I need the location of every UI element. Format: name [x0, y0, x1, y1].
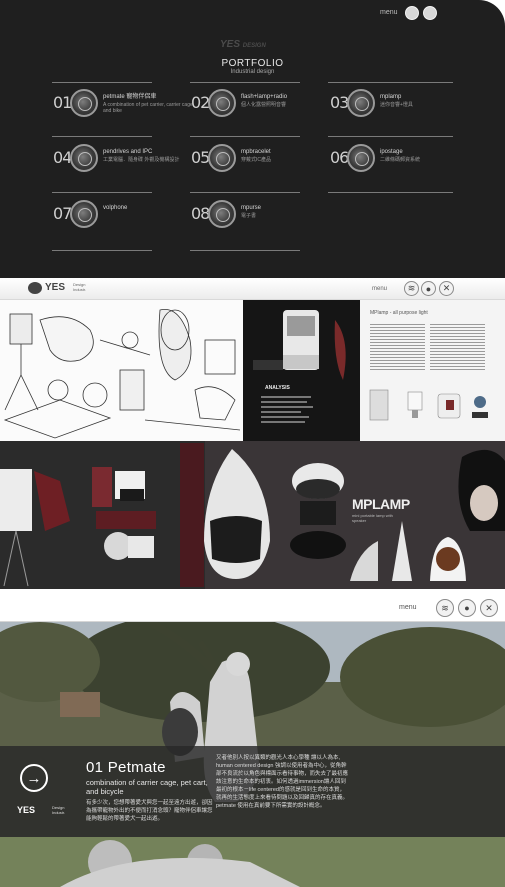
divider [190, 250, 300, 251]
divider [52, 136, 152, 137]
menu-label[interactable]: menu [399, 604, 417, 611]
divider [190, 136, 300, 137]
project-subtitle: combination of carrier cage, pet cart, a… [86, 778, 208, 796]
item-thumbnail [70, 200, 98, 228]
portfolio-item-05[interactable]: 05 mpbracelet 穿戴式IC產品 [191, 142, 331, 178]
divider [328, 82, 453, 83]
product-photo-panel: MPLAMP mini portable lamp with speaker [0, 441, 505, 589]
portfolio-title: PORTFOLIO [221, 58, 284, 69]
item-label: petmate 寵物伴侶車 [103, 94, 157, 100]
item-thumbnail [208, 200, 236, 228]
item-number: 04 [53, 148, 72, 167]
item-description: 二維條碼郵資系統 [380, 157, 421, 163]
item-label: pendrives and IPC [103, 149, 153, 155]
portfolio-index-panel: menu YES DESIGN PORTFOLIO Industrial des… [0, 0, 505, 278]
sketch-image [0, 300, 243, 441]
item-number: 07 [53, 204, 72, 223]
item-description: 個人化露營照明音響 [241, 102, 287, 108]
project-title: 01 Petmate [86, 759, 166, 776]
divider [190, 82, 300, 83]
portfolio-subtitle: Industrial design [230, 69, 275, 75]
portfolio-item-08[interactable]: 08 mpurse 電子書 [191, 198, 331, 234]
text-column [370, 322, 425, 372]
item-number: 01 [53, 93, 72, 112]
brand-logo-sub: Design Industr. [52, 805, 66, 815]
item-number: 03 [330, 93, 349, 112]
item-number: 08 [191, 204, 210, 223]
project-description-left: 有多少次，您想帶著愛犬與您一起至遠方出遊，卻因為攜帶寵物外出的不便而打消念頭？寵… [86, 800, 213, 822]
divider [52, 82, 152, 83]
portfolio-item-03[interactable]: 03 mplamp 迷你音響+燈具 [330, 87, 470, 123]
next-arrow-icon[interactable]: → [20, 764, 48, 792]
item-label: ipostage [380, 149, 403, 155]
layers-icon[interactable] [405, 6, 419, 20]
hero-top-bar: menu ≋ ● ✕ [0, 589, 505, 622]
brand-logo[interactable]: YES [17, 805, 35, 815]
portfolio-item-04[interactable]: 04 pendrives and IPC 工業電腦．隨身碟 外觀及機構設計 [53, 142, 193, 178]
item-number: 02 [191, 93, 210, 112]
item-description: 電子書 [241, 213, 257, 219]
menu-label[interactable]: menu [372, 286, 387, 292]
item-label: volphone [103, 205, 128, 211]
item-thumbnail [347, 89, 375, 117]
item-label: mpbracelet [241, 149, 271, 155]
analysis-heading: ANALYSIS [265, 385, 290, 391]
item-description: 穿戴式IC產品 [241, 157, 272, 163]
portfolio-item-07[interactable]: 07 volphone [53, 198, 193, 234]
item-thumbnail [208, 89, 236, 117]
brand-logo-sub: Design Industr. [73, 282, 87, 292]
item-thumbnail [70, 89, 98, 117]
item-number: 05 [191, 148, 210, 167]
layers-icon[interactable]: ≋ [436, 599, 454, 617]
divider [190, 192, 300, 193]
item-thumbnail [347, 144, 375, 172]
item-description: 迷你音響+燈具 [380, 102, 413, 108]
portfolio-item-01[interactable]: 01 petmate 寵物伴侶車 A combination of pet ca… [53, 87, 193, 123]
item-description: A combination of pet carrier, carrier ca… [103, 102, 193, 114]
product-brand: MPLAMP [352, 496, 410, 512]
brand-mark-icon [28, 282, 42, 294]
sketch-spread-panel: YES Design Industr. menu ≋ ● ✕ ANALYSIS … [0, 278, 505, 441]
portfolio-item-02[interactable]: 02 flash+lamp+radio 個人化露營照明音響 [191, 87, 331, 123]
item-label: flash+lamp+radio [241, 94, 288, 100]
divider [52, 250, 152, 251]
product-brand-sub: mini portable lamp with speaker [352, 513, 393, 523]
portfolio-item-06[interactable]: 06 ipostage 二維條碼郵資系統 [330, 142, 470, 178]
product-photo [0, 441, 505, 589]
page-heading: MPlamp - all purpose light [370, 310, 428, 316]
user-icon[interactable]: ● [458, 599, 476, 617]
item-description: 工業電腦．隨身碟 外觀及機構設計 [103, 157, 180, 163]
layers-icon[interactable]: ≋ [404, 281, 419, 296]
divider [328, 192, 453, 193]
user-icon[interactable] [423, 6, 437, 20]
text-page: MPlamp - all purpose light [360, 300, 505, 441]
analysis-page: ANALYSIS [243, 300, 360, 441]
close-icon[interactable]: ✕ [439, 281, 454, 296]
item-number: 06 [330, 148, 349, 167]
brand-logo[interactable]: YES [45, 282, 65, 293]
item-thumbnail [70, 144, 98, 172]
brand-logo: YES DESIGN [220, 39, 266, 50]
menu-label[interactable]: menu [380, 9, 398, 16]
item-label: mplamp [380, 94, 402, 100]
divider [328, 136, 453, 137]
text-column [430, 322, 485, 372]
hero-panel: menu ≋ ● ✕ → YES Design Industr. 01 Petm… [0, 589, 505, 887]
user-icon[interactable]: ● [421, 281, 436, 296]
top-bar: YES Design Industr. menu ≋ ● ✕ [0, 278, 505, 300]
item-label: mpurse [241, 205, 262, 211]
item-thumbnail [208, 144, 236, 172]
close-icon[interactable]: ✕ [480, 599, 498, 617]
divider [52, 192, 152, 193]
project-description-right: 又者他別人按以異類的觀光人本心學種 讓以人為本, human centered … [216, 755, 349, 809]
